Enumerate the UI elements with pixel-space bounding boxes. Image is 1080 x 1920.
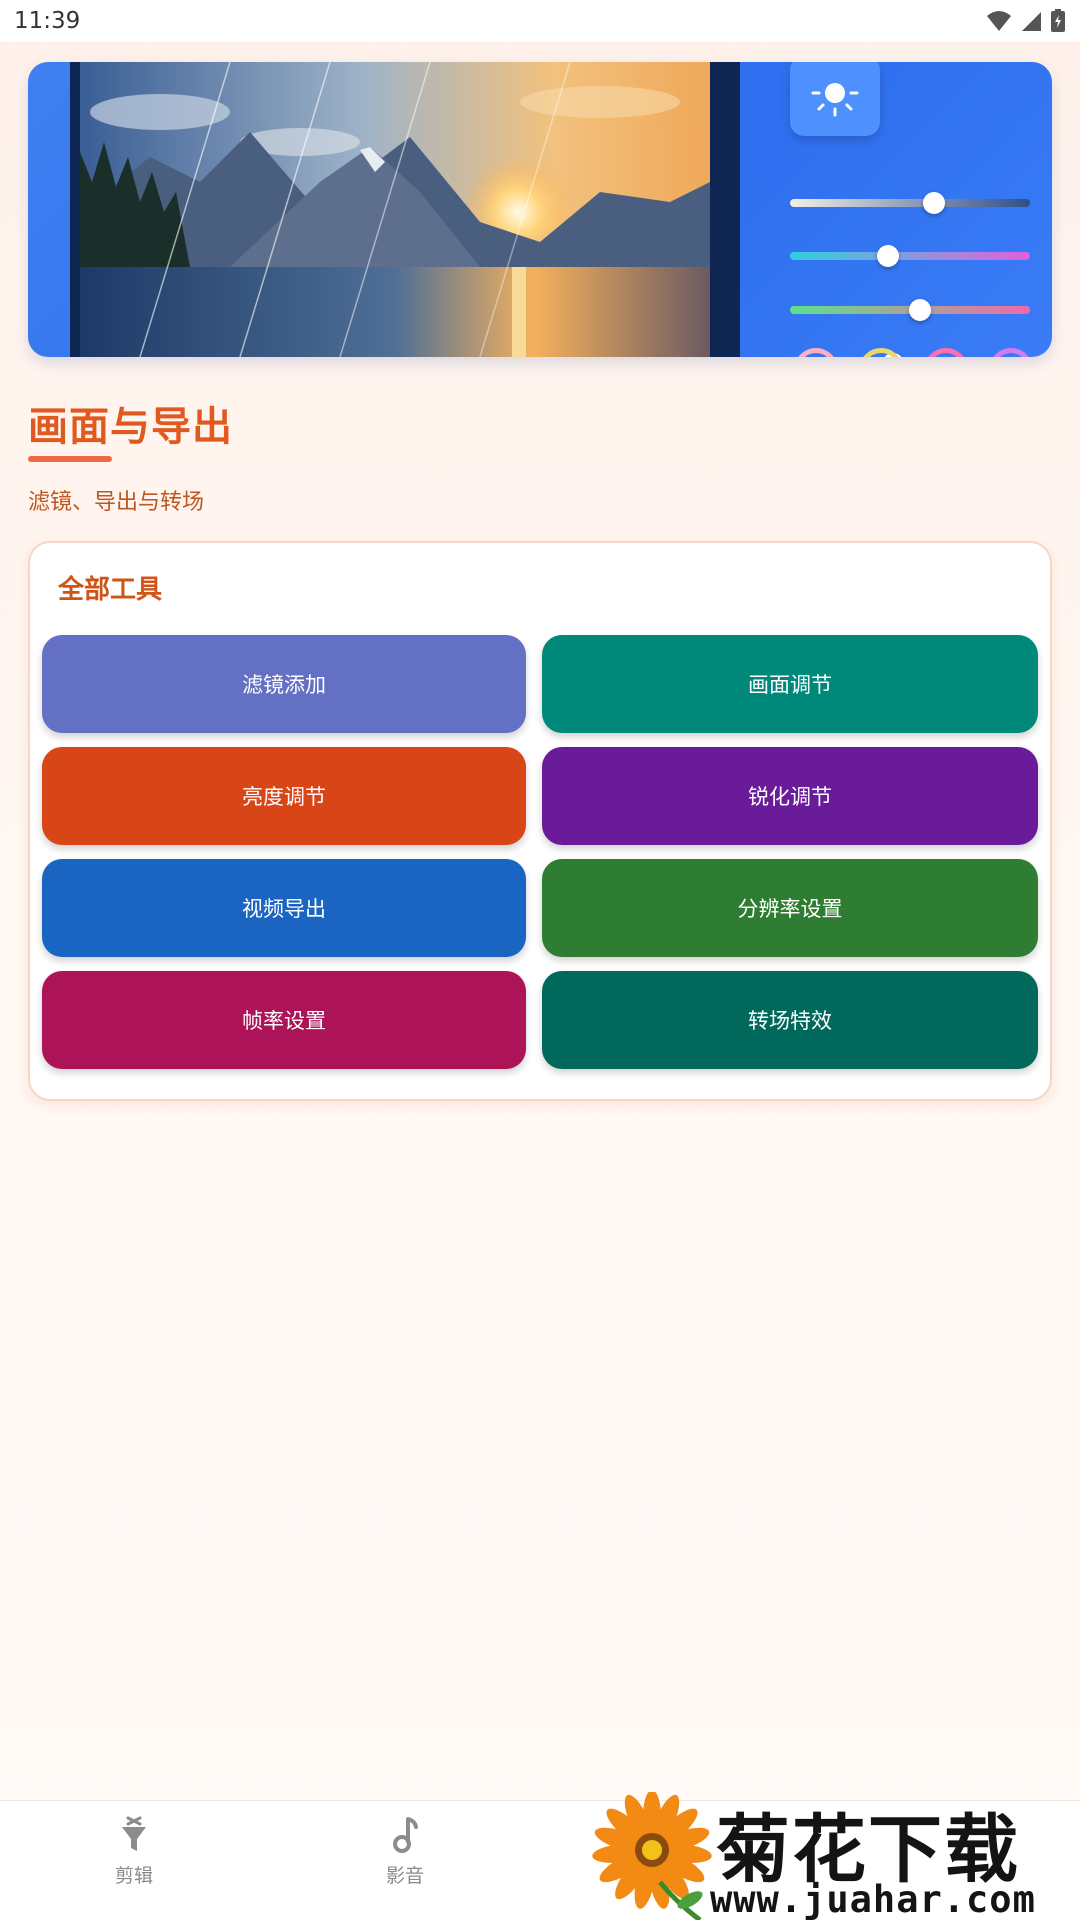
tools-card-title: 全部工具 [58, 575, 163, 605]
picture-adjust-button[interactable]: 画面调节 [542, 635, 1038, 733]
slider-track[interactable] [790, 299, 1030, 321]
brightness-adjust-button[interactable]: 亮度调节 [42, 747, 526, 845]
nav-item-edit[interactable]: 剪辑 [74, 1815, 194, 1905]
slider-knob[interactable] [908, 299, 931, 321]
nav-label-media: 影音 [385, 1865, 424, 1887]
battery-icon [1051, 9, 1065, 32]
page-title: 画面与导出 [28, 404, 233, 450]
watermark-url: www.juahar.com [710, 1878, 1036, 1920]
color-swatch[interactable] [859, 348, 903, 357]
cellular-signal-icon [1022, 12, 1041, 31]
photo-frame [70, 62, 740, 357]
nav-item-media[interactable]: 影音 [345, 1815, 465, 1905]
filter-add-button[interactable]: 滤镜添加 [42, 635, 526, 733]
sharpen-adjust-button[interactable]: 锐化调节 [542, 747, 1038, 845]
video-export-button[interactable]: 视频导出 [42, 859, 526, 957]
filter-funnel-icon [122, 1816, 146, 1851]
music-note-icon [393, 1817, 418, 1853]
watermark: 菊花下载网 www.juahar.com [590, 1792, 1080, 1920]
frame-rate-settings-button[interactable]: 帧率设置 [42, 971, 526, 1069]
page-subtitle: 滤镜、导出与转场 [28, 490, 205, 515]
wifi-icon [987, 11, 1011, 31]
status-bar: 11:39 [0, 0, 1080, 42]
tools-card: 全部工具 滤镜添加 画面调节 亮度调节 锐化调节 视频导出 分辨率设置 帧率设置… [28, 541, 1052, 1101]
status-time: 11:39 [14, 8, 81, 34]
adjustment-controls [758, 62, 1048, 357]
flower-icon [592, 1792, 712, 1920]
transition-effects-button[interactable]: 转场特效 [542, 971, 1038, 1069]
resolution-settings-button[interactable]: 分辨率设置 [542, 859, 1038, 957]
color-swatch[interactable] [794, 348, 838, 357]
slider-track[interactable] [790, 192, 1030, 214]
title-underline [28, 456, 112, 462]
status-icons [986, 9, 1066, 33]
hero-banner [28, 62, 1052, 357]
slider-knob[interactable] [923, 192, 945, 214]
slider-knob[interactable] [877, 245, 900, 267]
slider-track[interactable] [790, 245, 1030, 267]
color-swatch[interactable] [924, 348, 968, 357]
sun-icon [811, 83, 859, 117]
brightness-tile [790, 62, 880, 136]
nav-label-edit: 剪辑 [114, 1865, 153, 1887]
color-swatch[interactable] [989, 348, 1033, 357]
landscape-photo [80, 62, 730, 357]
